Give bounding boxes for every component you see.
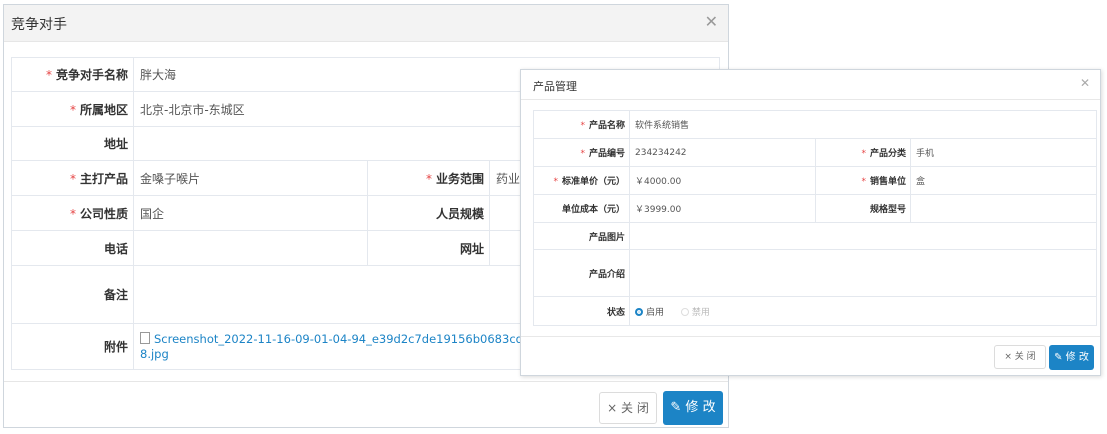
close-icon[interactable]: ✕ bbox=[1080, 76, 1090, 90]
close-button[interactable]: × 关 闭 bbox=[994, 345, 1046, 369]
category-value: 手机 bbox=[910, 138, 1097, 167]
phone-label: 电话 bbox=[11, 230, 134, 266]
close-icon[interactable]: ✕ bbox=[705, 12, 718, 31]
footer-divider bbox=[521, 336, 1100, 337]
remark-label: 备注 bbox=[11, 265, 134, 324]
product-code-value: 234234242 bbox=[629, 138, 816, 167]
dialog-header: 产品管理 ✕ bbox=[521, 70, 1100, 100]
footer-divider bbox=[4, 381, 728, 382]
image-label: 产品图片 bbox=[533, 222, 630, 250]
staff-size-label: 人员规模 bbox=[367, 195, 490, 231]
main-product-value: 金嗓子喉片 bbox=[133, 160, 368, 196]
product-name-value: 软件系统销售 bbox=[629, 110, 1097, 139]
website-label: 网址 bbox=[367, 230, 490, 266]
product-code-label: * 产品编号 bbox=[533, 138, 630, 167]
company-type-value: 国企 bbox=[133, 195, 368, 231]
edit-button[interactable]: ✎ 修 改 bbox=[1049, 345, 1094, 370]
unit-cost-value: ￥3999.00 bbox=[629, 194, 816, 223]
edit-button[interactable]: ✎ 修 改 bbox=[663, 391, 723, 425]
company-type-label: * 公司性质 bbox=[11, 195, 134, 231]
spec-model-value bbox=[910, 194, 1097, 223]
address-label: 地址 bbox=[11, 126, 134, 161]
intro-label: 产品介绍 bbox=[533, 249, 630, 297]
unit-price-label: * 标准单价（元） bbox=[533, 166, 630, 195]
status-label: 状态 bbox=[533, 296, 630, 326]
dialog-title: 产品管理 bbox=[533, 80, 577, 93]
product-name-label: * 产品名称 bbox=[533, 110, 630, 139]
region-label: * 所属地区 bbox=[11, 91, 134, 127]
dialog-title: 竞争对手 bbox=[11, 17, 67, 33]
file-icon bbox=[140, 331, 150, 344]
status-options: 启用 禁用 bbox=[629, 296, 1097, 326]
unit-price-value: ￥4000.00 bbox=[629, 166, 816, 195]
phone-value bbox=[133, 230, 368, 266]
competitor-name-label: * 竞争对手名称 bbox=[11, 57, 134, 92]
status-radio-enabled[interactable]: 启用 bbox=[635, 307, 664, 318]
business-scope-label: * 业务范围 bbox=[367, 160, 490, 196]
category-label: * 产品分类 bbox=[815, 138, 911, 167]
unit-cost-label: 单位成本（元） bbox=[533, 194, 630, 223]
image-value bbox=[629, 222, 1097, 250]
radio-unselected-icon bbox=[680, 307, 689, 316]
radio-selected-icon bbox=[635, 307, 643, 316]
status-radio-disabled[interactable]: 禁用 bbox=[680, 307, 710, 318]
product-detail-table: * 产品名称 软件系统销售 * 产品编号 234234242 * 产品分类 手机 * 标… bbox=[533, 110, 1097, 326]
sales-unit-label: * 销售单位 bbox=[815, 166, 911, 195]
spec-model-label: 规格型号 bbox=[815, 194, 911, 223]
intro-value bbox=[629, 249, 1097, 297]
sales-unit-value: 盒 bbox=[910, 166, 1097, 195]
main-product-label: * 主打产品 bbox=[11, 160, 134, 196]
product-dialog: 产品管理 ✕ * 产品名称 软件系统销售 * 产品编号 234234242 * 产品分… bbox=[520, 69, 1101, 376]
dialog-header: 竞争对手 ✕ bbox=[4, 5, 728, 42]
attachment-label: 附件 bbox=[11, 323, 134, 370]
close-button[interactable]: × 关 闭 bbox=[599, 392, 657, 424]
